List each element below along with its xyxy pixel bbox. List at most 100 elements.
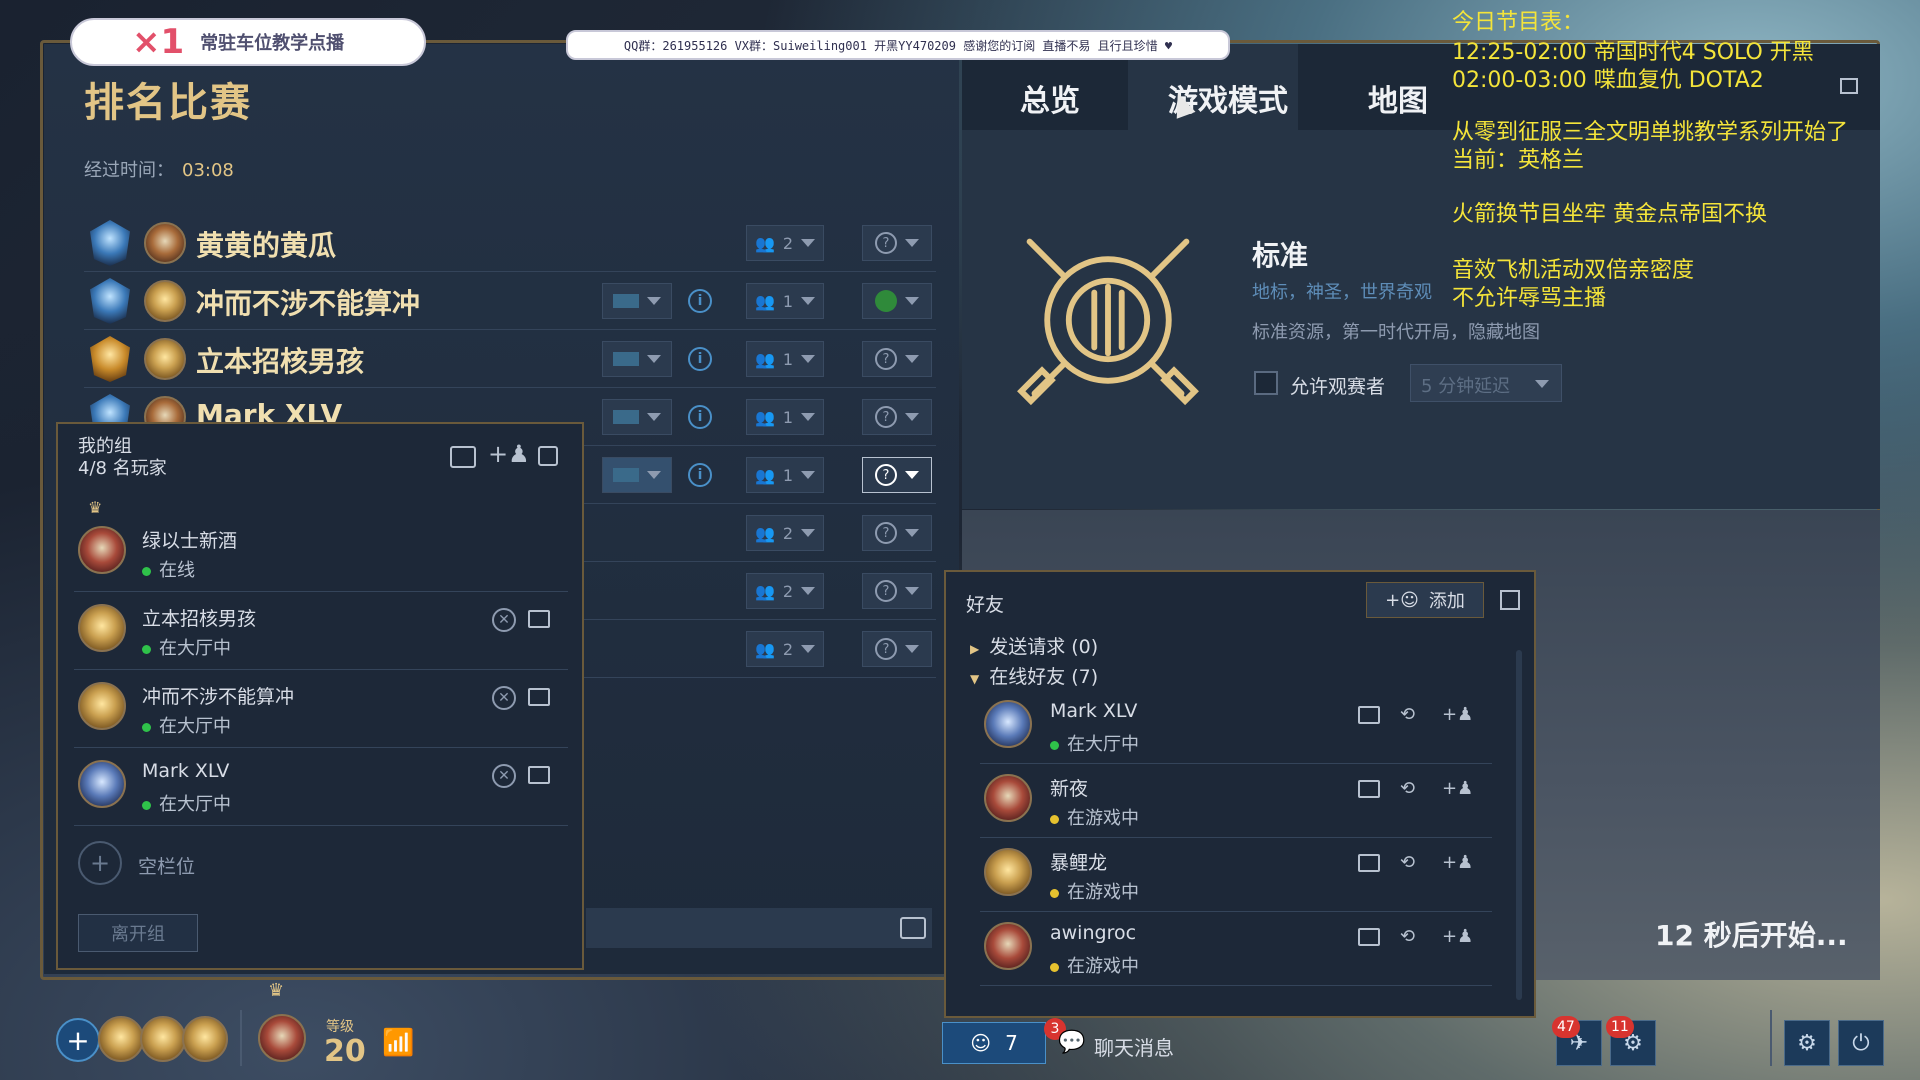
- group-member-row[interactable]: 冲而不涉不能算冲 在大厅中 ✕: [74, 672, 568, 748]
- level-value: 20: [324, 1034, 366, 1069]
- add-slot-icon[interactable]: +: [78, 841, 122, 885]
- civ-icon[interactable]: [144, 338, 186, 380]
- status-text: 在线: [159, 560, 195, 581]
- team-value: 2: [782, 523, 794, 543]
- friend-row[interactable]: 暴鲤龙 在游戏中 ⟲ +♟: [980, 838, 1492, 912]
- flag-select[interactable]: [602, 457, 672, 493]
- team-select[interactable]: 👥 1: [746, 283, 824, 319]
- team-select[interactable]: 👥 2: [746, 573, 824, 609]
- civ-icon[interactable]: [144, 280, 186, 322]
- ready-status[interactable]: ?: [862, 341, 932, 377]
- invite-to-group-icon[interactable]: +♟: [1442, 852, 1473, 874]
- info-icon[interactable]: i: [688, 347, 712, 371]
- remove-member-icon[interactable]: ✕: [492, 764, 516, 788]
- online-friends-section[interactable]: ▼ 在线好友 (7): [970, 662, 1098, 689]
- status-text: 在大厅中: [159, 638, 231, 659]
- invite-to-group-icon[interactable]: +♟: [1442, 926, 1473, 948]
- add-friend-button[interactable]: +☺ 添加: [1366, 582, 1484, 618]
- invite-to-game-icon[interactable]: ⟲: [1400, 926, 1424, 948]
- team-select[interactable]: 👥 1: [746, 457, 824, 493]
- team-select[interactable]: 👥 2: [746, 515, 824, 551]
- status-dot-icon: [142, 801, 151, 810]
- mode-subtitle: 地标，神圣，世界奇观: [1252, 282, 1432, 303]
- tab-overview[interactable]: 总览: [1020, 76, 1080, 120]
- chat-icon[interactable]: [528, 766, 550, 784]
- chat-icon[interactable]: [1358, 928, 1380, 946]
- civ-icon[interactable]: [144, 222, 186, 264]
- crown-icon: ♛: [88, 498, 103, 517]
- minimize-icon[interactable]: [1500, 590, 1520, 610]
- lobby-chat-input[interactable]: [586, 908, 932, 948]
- friend-row[interactable]: awingroc 在游戏中 ⟲ +♟: [980, 912, 1492, 986]
- chat-icon[interactable]: [1358, 854, 1380, 872]
- chat-bubbles-icon[interactable]: 💬: [1058, 1030, 1085, 1055]
- invite-to-group-icon[interactable]: +♟: [1442, 704, 1473, 726]
- spectator-delay-select[interactable]: 5 分钟延迟: [1410, 364, 1562, 402]
- allow-spectators-checkbox[interactable]: [1254, 371, 1278, 395]
- invite-to-group-icon[interactable]: +♟: [1442, 778, 1473, 800]
- player-avatar[interactable]: [258, 1014, 306, 1062]
- invite-to-game-icon[interactable]: ⟲: [1400, 704, 1424, 726]
- challenge-badge: 11: [1606, 1016, 1634, 1038]
- ready-status[interactable]: ?: [862, 457, 932, 493]
- party-member-avatar[interactable]: [182, 1016, 228, 1062]
- chat-icon[interactable]: [900, 917, 926, 939]
- member-status: 在大厅中: [142, 790, 231, 816]
- chevron-down-icon: [647, 355, 661, 363]
- overlay-line: 12:25-02:00 帝国时代4 SOLO 开黑: [1452, 40, 1814, 65]
- leave-group-button[interactable]: 离开组: [78, 914, 198, 952]
- chevron-down-icon: [905, 413, 919, 421]
- sent-requests-section[interactable]: ▶ 发送请求 (0): [970, 632, 1098, 659]
- power-icon[interactable]: ⏻: [1838, 1020, 1884, 1066]
- group-member-row[interactable]: 绿以士新酒 在线: [74, 516, 568, 592]
- remove-member-icon[interactable]: ✕: [492, 686, 516, 710]
- ready-icon: [875, 290, 897, 312]
- question-icon: ?: [875, 638, 897, 660]
- party-member-avatar[interactable]: [140, 1016, 186, 1062]
- team-select[interactable]: 👥 2: [746, 225, 824, 261]
- chat-icon[interactable]: [1358, 780, 1380, 798]
- invite-to-game-icon[interactable]: ⟲: [1400, 778, 1424, 800]
- chat-icon[interactable]: [528, 688, 550, 706]
- ready-status[interactable]: ?: [862, 573, 932, 609]
- group-member-row[interactable]: 立本招核男孩 在大厅中 ✕: [74, 594, 568, 670]
- friends-scrollbar[interactable]: [1516, 650, 1522, 1000]
- overlay-line: 02:00-03:00 喋血复仇 DOTA2: [1452, 68, 1764, 93]
- friends-toggle-button[interactable]: ☺ 7: [942, 1022, 1046, 1064]
- ready-status[interactable]: ?: [862, 225, 932, 261]
- group-chat-icon[interactable]: [450, 446, 476, 468]
- ready-status[interactable]: ?: [862, 515, 932, 551]
- group-member-row[interactable]: Mark XLV 在大厅中 ✕: [74, 750, 568, 826]
- info-icon[interactable]: i: [688, 405, 712, 429]
- flag-select[interactable]: [602, 399, 672, 435]
- chat-icon[interactable]: [1358, 706, 1380, 724]
- party-member-avatar[interactable]: [98, 1016, 144, 1062]
- info-icon[interactable]: i: [688, 289, 712, 313]
- settings-gear-icon[interactable]: ⚙: [1784, 1020, 1830, 1066]
- friend-row[interactable]: Mark XLV 在大厅中 ⟲ +♟: [980, 690, 1492, 764]
- friend-row[interactable]: 新夜 在游戏中 ⟲ +♟: [980, 764, 1492, 838]
- ready-status[interactable]: ?: [862, 631, 932, 667]
- minimize-icon[interactable]: [1840, 78, 1858, 94]
- remove-member-icon[interactable]: ✕: [492, 608, 516, 632]
- tab-map[interactable]: 地图: [1368, 76, 1428, 120]
- status-dot-icon: [1050, 889, 1059, 898]
- team-icon: 👥: [754, 291, 775, 311]
- chat-messages-label[interactable]: 聊天消息: [1094, 1032, 1174, 1061]
- chat-icon[interactable]: [528, 610, 550, 628]
- minimize-icon[interactable]: [538, 446, 558, 466]
- ready-status[interactable]: ?: [862, 399, 932, 435]
- add-party-button[interactable]: +: [56, 1018, 100, 1062]
- player-name: 黄黄的黄瓜: [196, 229, 337, 262]
- flag-select[interactable]: [602, 283, 672, 319]
- team-select[interactable]: 👥 1: [746, 341, 824, 377]
- invite-player-icon[interactable]: +♟: [488, 440, 530, 468]
- invite-to-game-icon[interactable]: ⟲: [1400, 852, 1424, 874]
- info-icon[interactable]: i: [688, 463, 712, 487]
- team-select[interactable]: 👥 2: [746, 631, 824, 667]
- elapsed-time: 经过时间： 03:08: [84, 156, 234, 182]
- chevron-down-icon: [801, 645, 816, 653]
- team-select[interactable]: 👥 1: [746, 399, 824, 435]
- flag-select[interactable]: [602, 341, 672, 377]
- ready-status[interactable]: [862, 283, 932, 319]
